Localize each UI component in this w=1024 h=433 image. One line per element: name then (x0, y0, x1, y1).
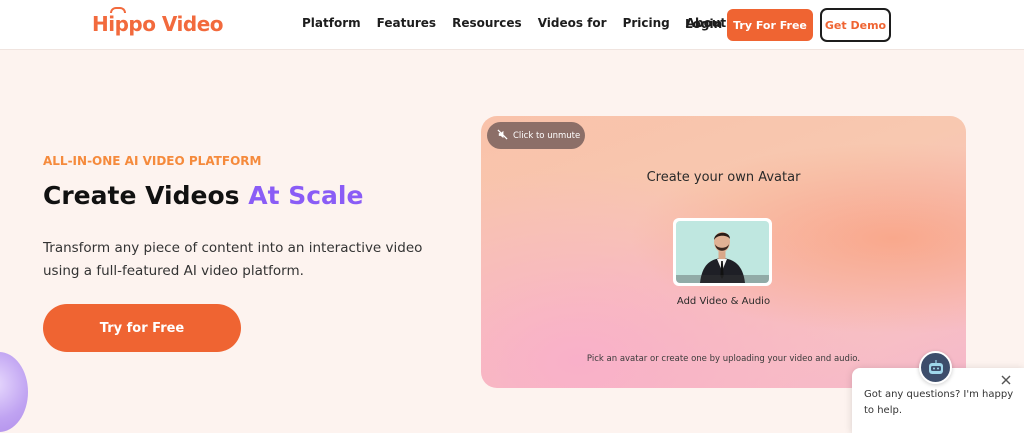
logo-text: Hippo Video (92, 12, 224, 36)
hero-subtext: Transform any piece of content into an i… (43, 240, 423, 279)
nav-item-videos-for[interactable]: Videos for (538, 16, 607, 30)
avatar-image (676, 221, 769, 283)
nav-item-features[interactable]: Features (377, 16, 436, 30)
chat-bot-icon[interactable] (919, 351, 952, 384)
avatar-preview (673, 218, 772, 286)
top-navigation: Hippo Video Platform Features Resources … (0, 0, 1024, 50)
login-link[interactable]: Login (685, 17, 722, 31)
video-footer-text: Pick an avatar or create one by uploadin… (586, 354, 861, 364)
unmute-button[interactable]: Click to unmute (487, 122, 585, 149)
logo-ear-mark (110, 7, 126, 13)
unmute-label: Click to unmute (513, 130, 581, 141)
avatar-caption: Add Video & Audio (676, 296, 771, 307)
try-for-free-hero-button[interactable]: Try for Free (43, 304, 241, 352)
muted-speaker-icon (497, 128, 508, 143)
close-icon[interactable] (998, 372, 1014, 388)
chat-message: Got any questions? I'm happy to help. (864, 389, 1014, 416)
avatar-title: Create your own Avatar (646, 170, 801, 185)
nav-item-resources[interactable]: Resources (452, 16, 522, 30)
nav-item-platform[interactable]: Platform (302, 16, 361, 30)
avatar-progress-bar (676, 275, 769, 283)
decorative-blob (0, 352, 28, 432)
headline-accent: At Scale (248, 181, 364, 210)
hero-eyebrow: ALL-IN-ONE AI VIDEO PLATFORM (43, 154, 262, 168)
try-for-free-nav-button[interactable]: Try For Free (727, 9, 813, 41)
nav-item-pricing[interactable]: Pricing (623, 16, 670, 30)
hero-headline: Create Videos At Scale (43, 181, 363, 210)
headline-main: Create Videos (43, 181, 240, 210)
hippo-video-logo[interactable]: Hippo Video (92, 7, 224, 38)
hero-video-player[interactable]: Click to unmute Create your own Avatar A… (481, 116, 966, 388)
get-demo-button[interactable]: Get Demo (820, 8, 891, 42)
